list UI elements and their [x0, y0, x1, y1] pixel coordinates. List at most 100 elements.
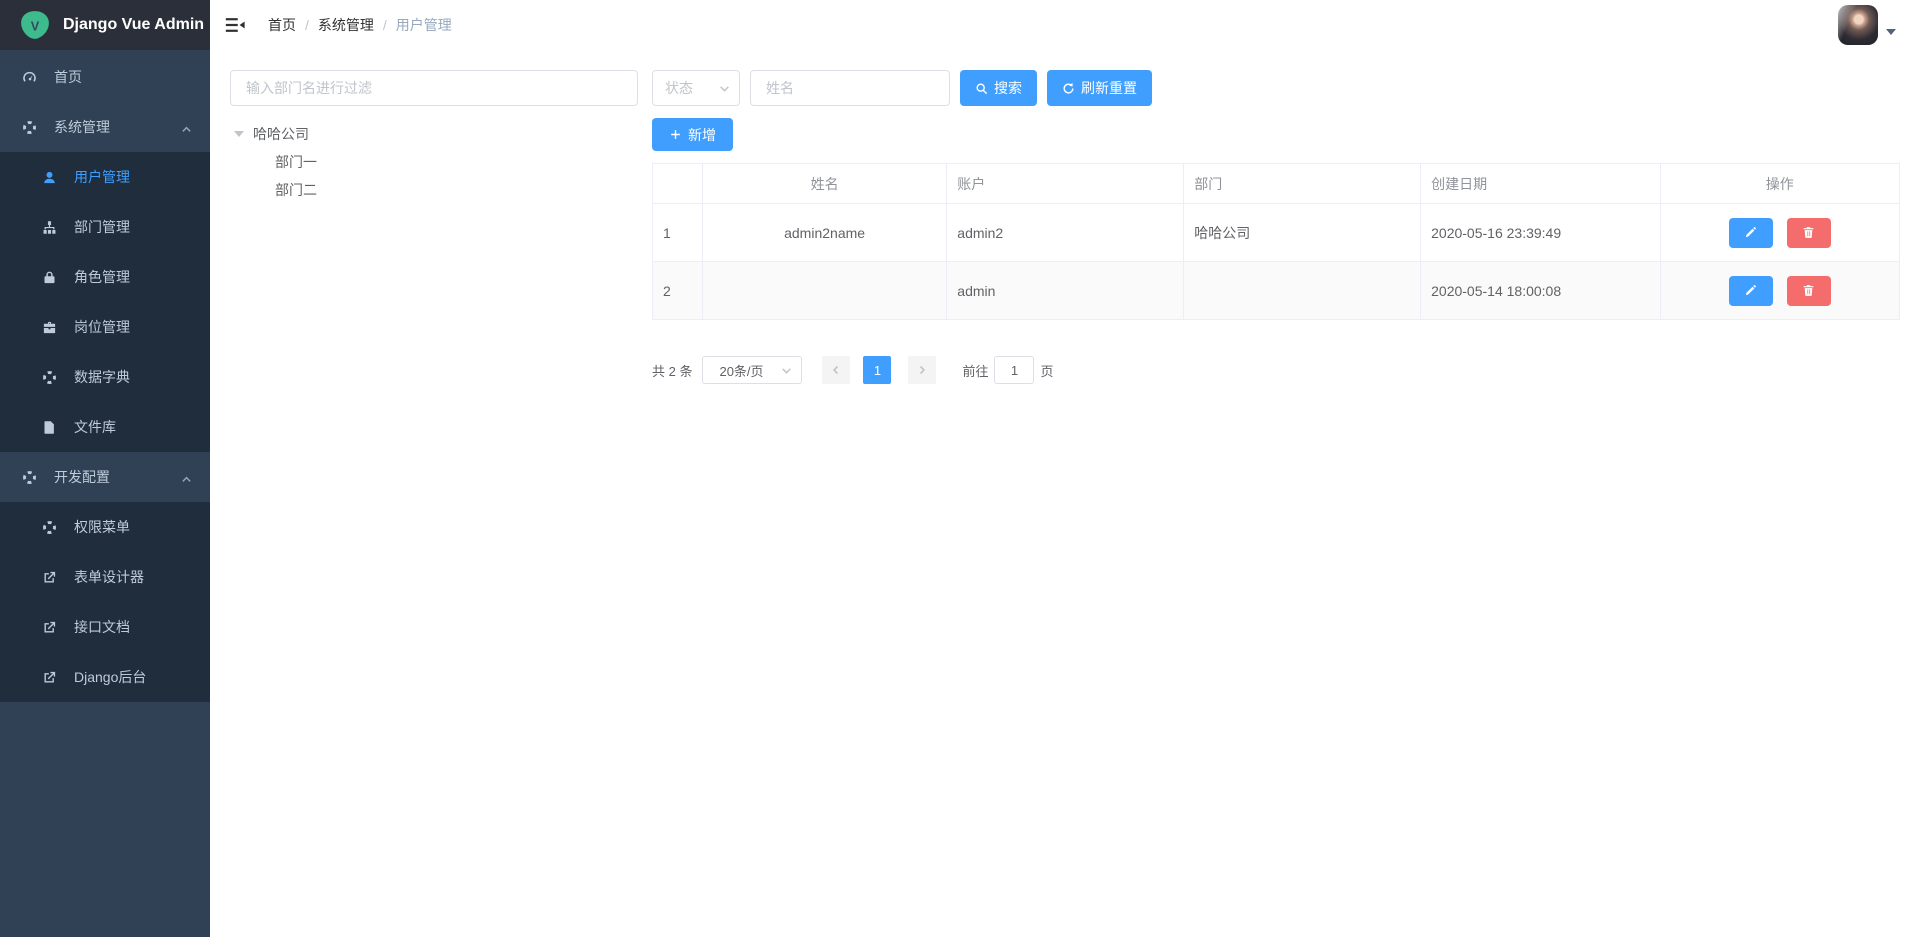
breadcrumb-system[interactable]: 系统管理 [318, 15, 374, 35]
sidebar-item-label: 接口文档 [74, 617, 130, 637]
cell-account: admin2 [947, 204, 1184, 262]
delete-button[interactable] [1787, 218, 1831, 248]
cell-index: 1 [653, 204, 703, 262]
col-name: 姓名 [702, 164, 946, 204]
sidebar-item-label: 角色管理 [74, 267, 130, 287]
sidebar-item-files[interactable]: 文件库 [0, 402, 210, 452]
department-tree: 哈哈公司 部门一 部门二 [230, 120, 638, 204]
page-size-value: 20条/页 [719, 361, 763, 380]
cell-department [1184, 262, 1421, 320]
caret-down-icon [234, 131, 244, 137]
user-table: 姓名 账户 部门 创建日期 操作 1 admin2name admin2 哈哈公 [652, 163, 1900, 320]
external-link-icon [40, 618, 58, 636]
sidebar-item-django-backend[interactable]: Django后台 [0, 652, 210, 702]
next-page-button[interactable] [908, 356, 936, 384]
component-icon [20, 118, 38, 136]
sidebar-group-system[interactable]: 系统管理 [0, 102, 210, 152]
tree-node-dept1[interactable]: 部门一 [230, 148, 638, 176]
edit-button[interactable] [1729, 276, 1773, 306]
component-icon [40, 518, 58, 536]
app-root: V Django Vue Admin 首页 系统管理 [0, 0, 1920, 937]
sidebar-item-label: 首页 [54, 67, 82, 87]
search-icon [975, 82, 988, 95]
col-index [653, 164, 703, 204]
sidebar-item-dictionary[interactable]: 数据字典 [0, 352, 210, 402]
app-logo[interactable]: V Django Vue Admin [0, 0, 210, 50]
cell-name [702, 262, 946, 320]
svg-text:V: V [31, 18, 40, 33]
chevron-down-icon [780, 364, 793, 377]
breadcrumb-home[interactable]: 首页 [268, 15, 296, 35]
cell-actions [1660, 262, 1899, 320]
user-menu[interactable] [1838, 5, 1906, 45]
pagination: 共 2 条 20条/页 1 前往 [652, 356, 1900, 384]
sidebar-item-label: 部门管理 [74, 217, 130, 237]
cell-actions [1660, 204, 1899, 262]
search-button[interactable]: 搜索 [960, 70, 1037, 106]
pagination-total: 共 2 条 [652, 361, 692, 380]
main-area: 首页 / 系统管理 / 用户管理 哈哈公司 [210, 0, 1920, 937]
dashboard-icon [20, 68, 38, 86]
sidebar-item-api-docs[interactable]: 接口文档 [0, 602, 210, 652]
app-title: Django Vue Admin [63, 16, 204, 34]
breadcrumb: 首页 / 系统管理 / 用户管理 [268, 15, 452, 35]
sidebar-item-roles[interactable]: 角色管理 [0, 252, 210, 302]
chevron-left-icon [830, 364, 842, 376]
goto-page-input[interactable] [994, 356, 1034, 384]
sidebar-item-permission-menu[interactable]: 权限菜单 [0, 502, 210, 552]
breadcrumb-separator: / [305, 17, 309, 33]
sidebar-group-dev[interactable]: 开发配置 [0, 452, 210, 502]
external-link-icon [40, 668, 58, 686]
cell-department: 哈哈公司 [1184, 204, 1421, 262]
table-row: 2 admin 2020-05-14 18:00:08 [653, 262, 1900, 320]
sidebar-item-posts[interactable]: 岗位管理 [0, 302, 210, 352]
sidebar-item-label: 岗位管理 [74, 317, 130, 337]
refresh-icon [1062, 82, 1075, 95]
hamburger-icon[interactable] [224, 14, 246, 36]
breadcrumb-separator: / [383, 17, 387, 33]
page-number-1[interactable]: 1 [863, 356, 891, 384]
edit-button[interactable] [1729, 218, 1773, 248]
cell-account: admin [947, 262, 1184, 320]
search-button-label: 搜索 [994, 78, 1022, 98]
file-icon [40, 418, 58, 436]
vue-logo-icon: V [20, 10, 50, 40]
pencil-icon [1744, 226, 1757, 239]
user-panel: 状态 搜索 刷新重置 [652, 70, 1900, 384]
prev-page-button[interactable] [822, 356, 850, 384]
tree-node-label: 部门二 [275, 180, 317, 200]
status-select-placeholder: 状态 [665, 78, 693, 98]
tree-node-label: 部门一 [275, 152, 317, 172]
cell-name: admin2name [702, 204, 946, 262]
col-actions: 操作 [1660, 164, 1899, 204]
sidebar-item-label: 权限菜单 [74, 517, 130, 537]
tree-node-dept2[interactable]: 部门二 [230, 176, 638, 204]
col-account: 账户 [947, 164, 1184, 204]
tree-node-company[interactable]: 哈哈公司 [230, 120, 638, 148]
sidebar-item-departments[interactable]: 部门管理 [0, 202, 210, 252]
department-filter-input[interactable] [230, 70, 638, 106]
sidebar-item-form-designer[interactable]: 表单设计器 [0, 552, 210, 602]
cell-index: 2 [653, 262, 703, 320]
submenu-system: 用户管理 部门管理 角色管理 [0, 152, 210, 452]
delete-button[interactable] [1787, 276, 1831, 306]
tree-node-label: 哈哈公司 [253, 124, 309, 144]
cell-created: 2020-05-16 23:39:49 [1421, 204, 1660, 262]
add-button[interactable]: 新增 [652, 118, 733, 151]
sidebar-item-home[interactable]: 首页 [0, 52, 210, 102]
name-filter-input[interactable] [750, 70, 950, 106]
sitemap-icon [40, 218, 58, 236]
refresh-reset-label: 刷新重置 [1081, 78, 1137, 98]
goto-label: 前往 [962, 361, 988, 380]
sidebar-item-label: 文件库 [74, 417, 116, 437]
page-content: 哈哈公司 部门一 部门二 状态 [210, 50, 1920, 404]
status-select[interactable]: 状态 [652, 70, 740, 106]
page-size-select[interactable]: 20条/页 [702, 356, 802, 384]
user-avatar[interactable] [1838, 5, 1878, 45]
refresh-reset-button[interactable]: 刷新重置 [1047, 70, 1152, 106]
chevron-up-icon [181, 122, 192, 138]
sidebar-item-users[interactable]: 用户管理 [0, 152, 210, 202]
sidebar-group-label: 系统管理 [54, 117, 110, 137]
chevron-up-icon [181, 472, 192, 488]
table-row: 1 admin2name admin2 哈哈公司 2020-05-16 23:3… [653, 204, 1900, 262]
